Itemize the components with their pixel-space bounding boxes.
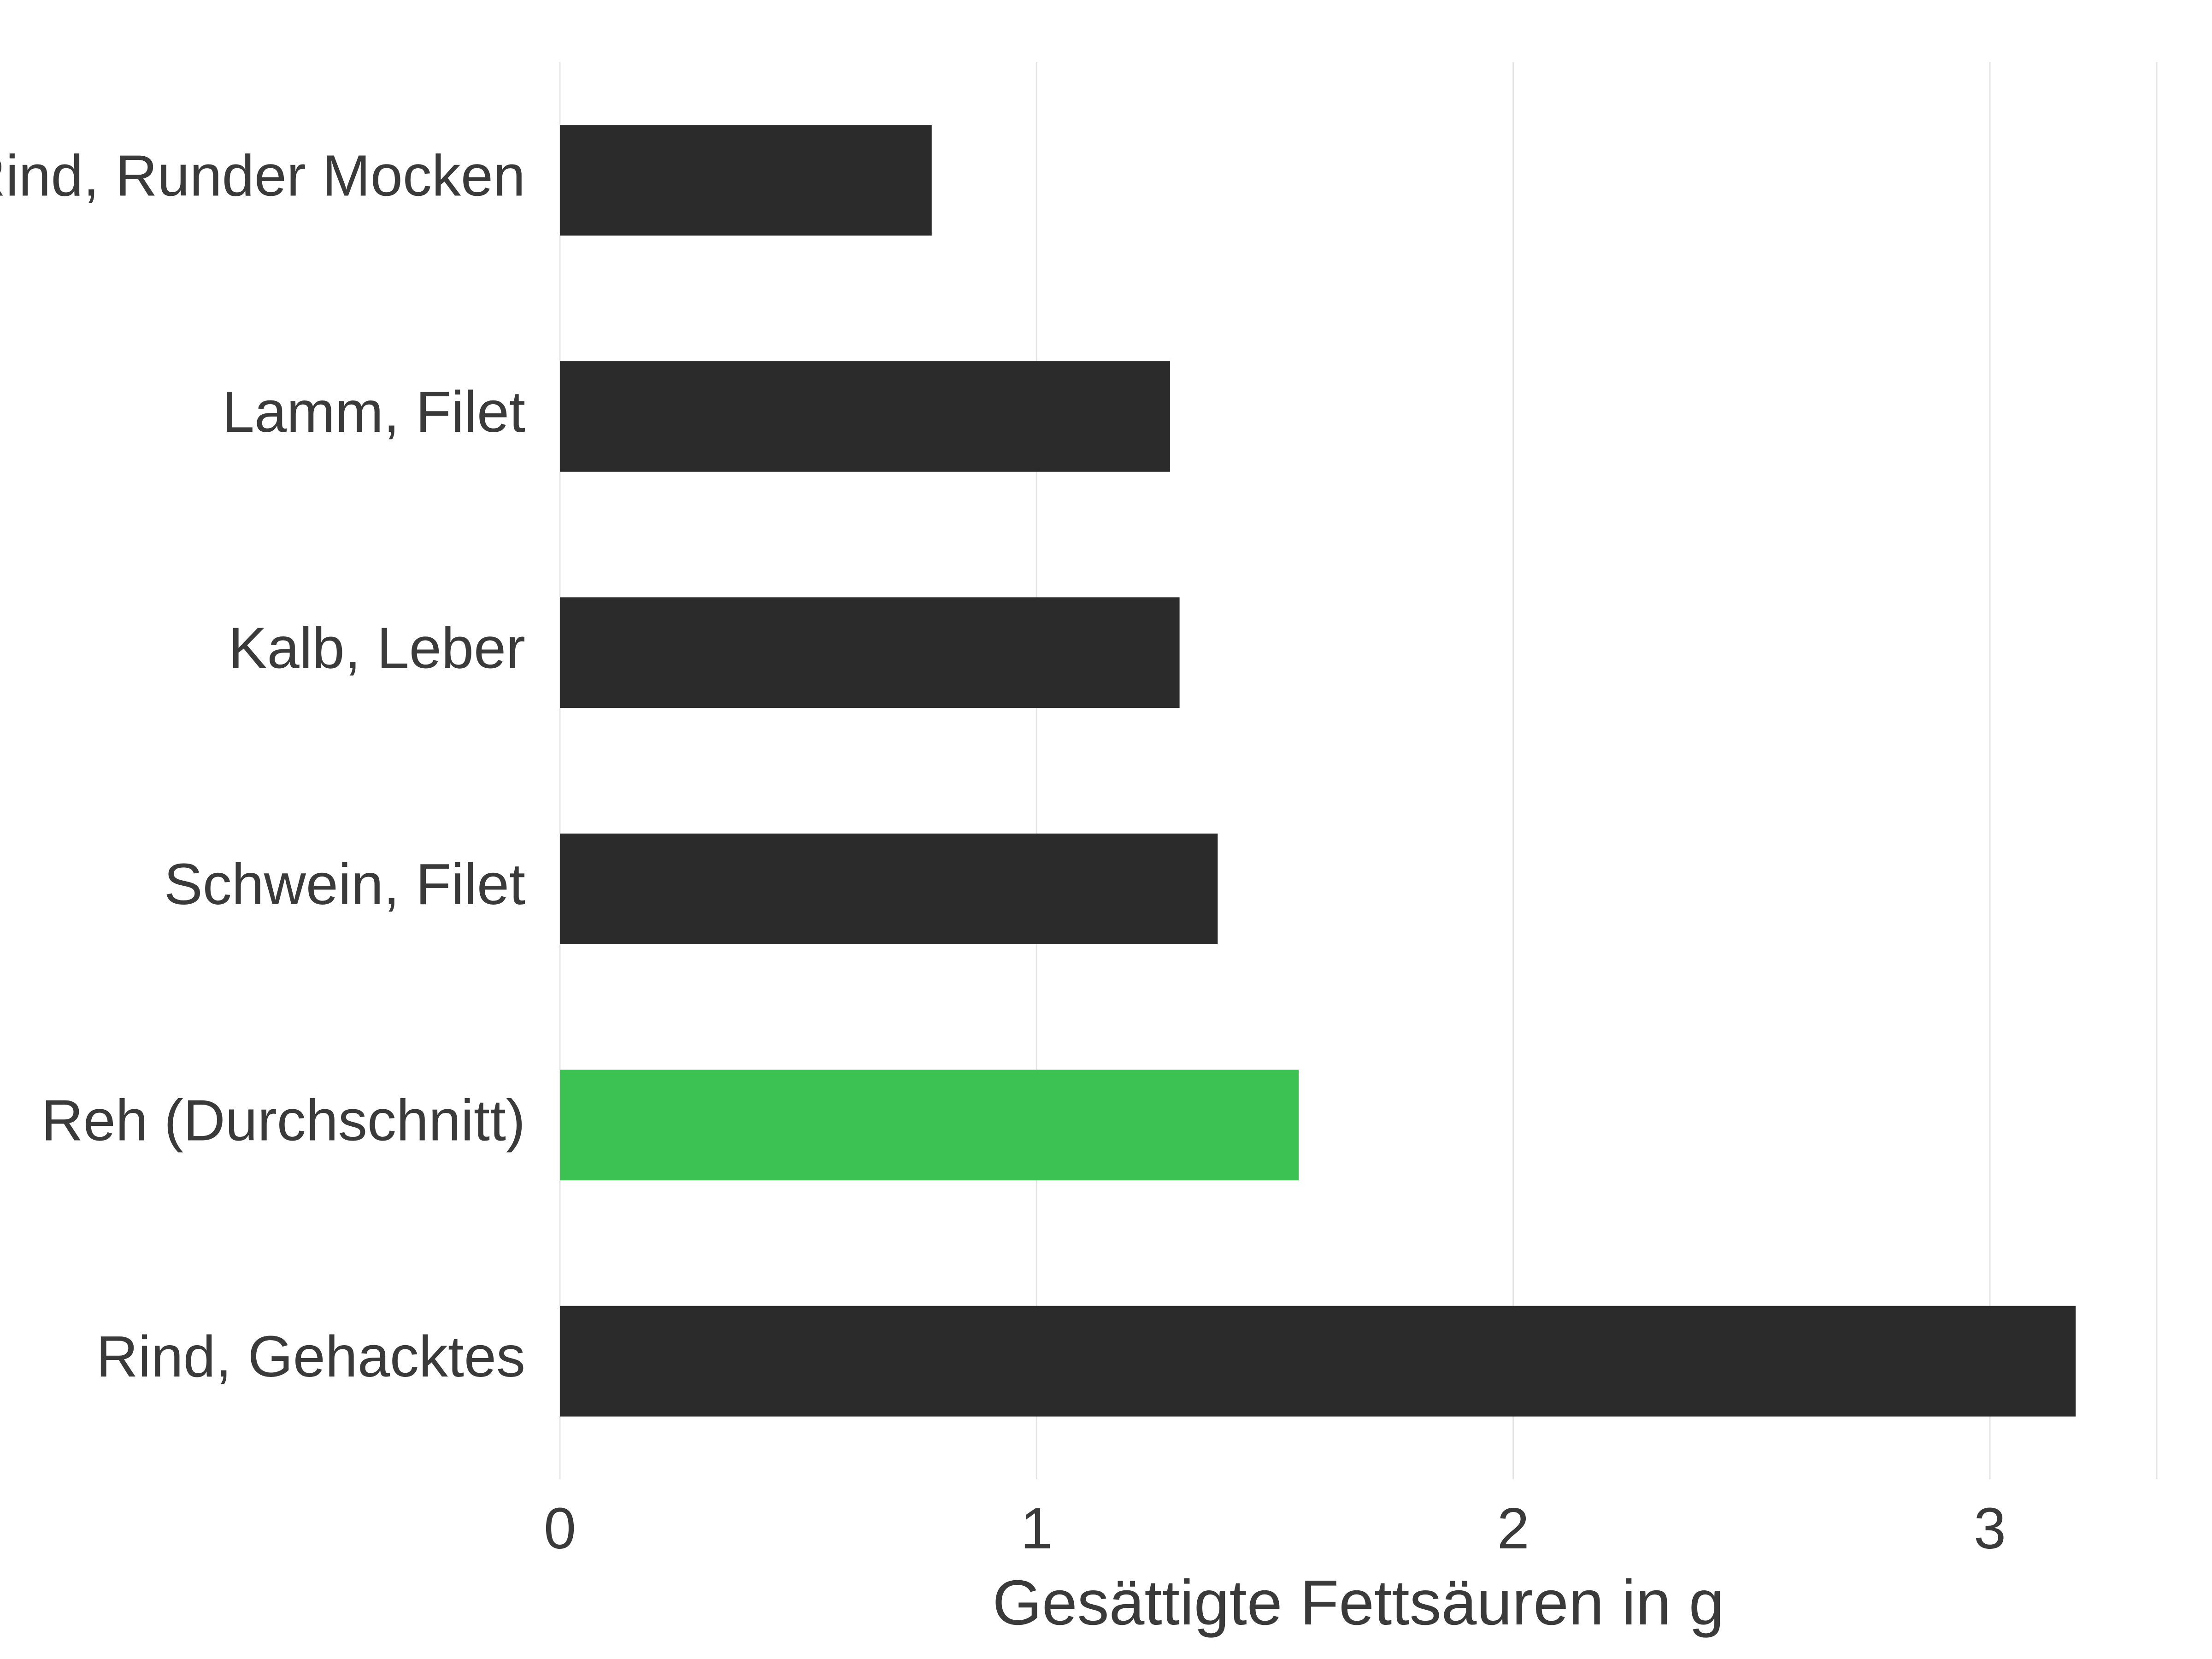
y-category-label: Rind, Runder Mocken bbox=[0, 143, 525, 208]
bars bbox=[560, 125, 2076, 1416]
y-category-label: Rind, Gehacktes bbox=[96, 1324, 525, 1389]
bar bbox=[560, 1070, 1299, 1180]
y-category-label: Schwein, Filet bbox=[164, 852, 525, 917]
plot-area: 0 1 2 3 Rind, Runder Mocken Lamm, Filet Kalb, … bbox=[0, 62, 2157, 1638]
x-tick-label: 1 bbox=[1020, 1496, 1053, 1561]
grid bbox=[560, 62, 2157, 1479]
x-axis: 0 1 2 3 bbox=[544, 1496, 2006, 1561]
bar bbox=[560, 597, 1180, 708]
y-category-label: Kalb, Leber bbox=[229, 616, 525, 681]
x-tick-label: 3 bbox=[1974, 1496, 2006, 1561]
x-axis-label: Gesättigte Fettsäuren in g bbox=[993, 1567, 1724, 1638]
y-category-label: Reh (Durchschnitt) bbox=[41, 1088, 525, 1153]
bar bbox=[560, 361, 1170, 472]
x-tick-label: 2 bbox=[1497, 1496, 1530, 1561]
bar bbox=[560, 1306, 2076, 1417]
bar bbox=[560, 834, 1218, 944]
bar-chart: 0 1 2 3 Rind, Runder Mocken Lamm, Filet Kalb, … bbox=[0, 0, 2212, 1659]
chart-container: 0 1 2 3 Rind, Runder Mocken Lamm, Filet Kalb, … bbox=[0, 0, 2212, 1659]
y-category-label: Lamm, Filet bbox=[222, 379, 525, 444]
x-tick-label: 0 bbox=[544, 1496, 576, 1561]
bar bbox=[560, 125, 932, 235]
y-axis: Rind, Runder Mocken Lamm, Filet Kalb, Lebe… bbox=[0, 143, 525, 1389]
